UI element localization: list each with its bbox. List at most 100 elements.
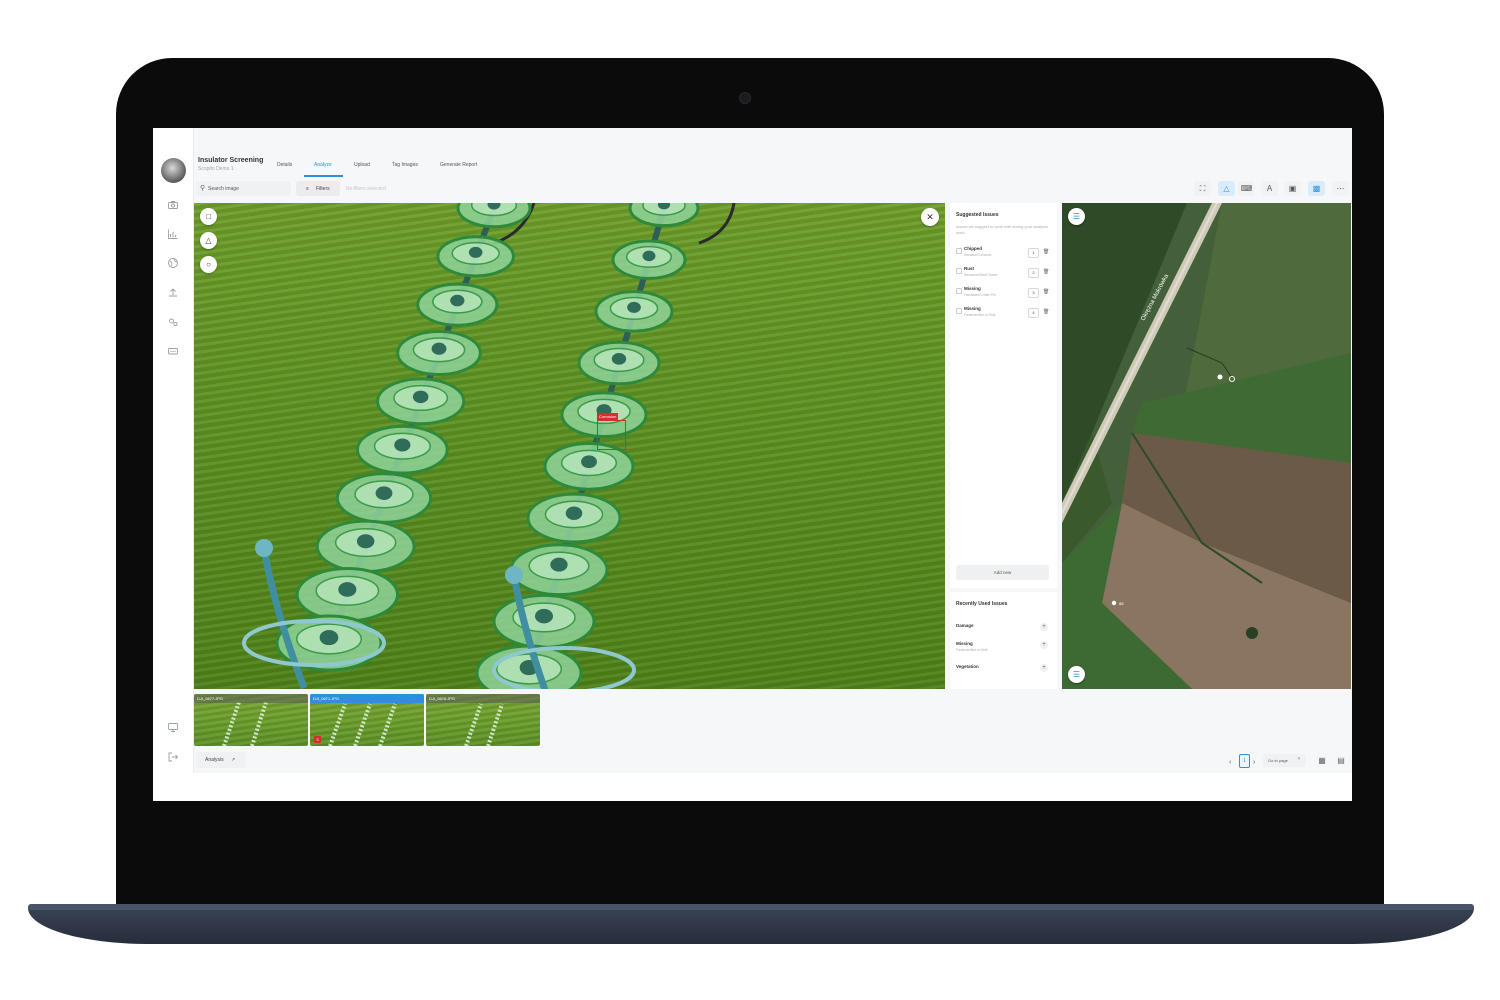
rectangle-tool-icon[interactable]: □ xyxy=(200,208,217,225)
insulator-disk xyxy=(396,330,482,376)
annotation-box[interactable] xyxy=(597,420,626,450)
globe-icon[interactable] xyxy=(167,257,179,269)
fullscreen-icon[interactable]: ⛶ xyxy=(1194,181,1211,196)
tab-generate-report[interactable]: Generate Report xyxy=(440,162,477,168)
analysis-label: Analysis xyxy=(205,757,224,763)
project-title: Insulator Screening xyxy=(198,157,264,164)
thumbnail-caption: DJI_0671.JPG xyxy=(310,694,424,703)
table-view-icon[interactable]: ▤ xyxy=(1334,754,1348,767)
issue-checkbox[interactable] xyxy=(956,248,962,254)
tab-tag-images[interactable]: Tag Images xyxy=(392,162,418,168)
recent-issues-heading: Recently Used Issues xyxy=(956,601,1008,607)
insulator-disk xyxy=(376,377,466,426)
current-page[interactable]: 1 xyxy=(1239,754,1250,768)
delete-icon[interactable]: 🗑 xyxy=(1043,289,1049,295)
issue-path: Fastener/Nut or Bolt xyxy=(964,313,996,317)
issue-item[interactable]: Rust Structure/Steel/Tower 2 🗑 xyxy=(956,266,1051,284)
add-icon[interactable]: + xyxy=(1040,623,1048,631)
chart-icon[interactable] xyxy=(167,228,179,240)
thumbnail[interactable]: DJI_0676.JPG xyxy=(426,694,540,746)
insulator-disk xyxy=(436,235,515,278)
text-icon[interactable]: A xyxy=(1261,181,1278,196)
issue-name: Damage xyxy=(956,623,974,628)
insulator-disk xyxy=(492,593,596,649)
issue-path: Hardware/Cotter Pin xyxy=(964,293,996,297)
map-settings-icon[interactable]: ☰ xyxy=(1068,208,1085,225)
delete-icon[interactable]: 🗑 xyxy=(1043,309,1049,315)
issue-name: Chipped xyxy=(964,246,982,251)
prev-page-icon[interactable]: ‹ xyxy=(1229,759,1231,766)
fitting-ball xyxy=(505,566,523,584)
issue-path: Structure/Steel/Tower xyxy=(964,273,998,277)
issue-item[interactable]: Chipped Insulator/Ceramic 1 🗑 xyxy=(956,246,1051,264)
logout-icon[interactable] xyxy=(167,751,179,763)
thumbnail-selected[interactable]: DJI_0671.JPG 3 xyxy=(310,694,424,746)
filter-icon: ≡ xyxy=(306,186,309,192)
more-icon[interactable]: ⋯ xyxy=(1332,181,1349,196)
delete-icon[interactable]: 🗑 xyxy=(1043,249,1049,255)
laptop-hinge xyxy=(28,904,1474,910)
insulator-disk xyxy=(526,492,622,544)
close-icon[interactable]: ✕ xyxy=(921,208,939,226)
tab-analyze[interactable]: Analyze xyxy=(314,162,332,168)
active-tab-indicator xyxy=(304,175,343,177)
go-to-page-label: Go to page xyxy=(1268,758,1288,763)
image-icon[interactable]: ▣ xyxy=(1284,181,1301,196)
map-marker[interactable] xyxy=(1111,600,1117,606)
camera-image-icon[interactable]: ▩ xyxy=(1308,181,1325,196)
filters-button[interactable]: ≡ Filters xyxy=(296,181,340,196)
add-icon[interactable]: + xyxy=(1040,641,1048,649)
add-new-issue-button[interactable]: Add new xyxy=(956,565,1049,580)
insulator-disk xyxy=(355,424,449,475)
polygon-tool-icon[interactable]: △ xyxy=(200,232,217,249)
inspection-photo[interactable]: □ △ ○ ✕ Corrosion xyxy=(194,203,945,689)
camera-icon[interactable] xyxy=(167,199,179,211)
map-marker[interactable] xyxy=(1217,374,1223,380)
search-input[interactable] xyxy=(208,181,288,196)
insulator-disk xyxy=(509,543,609,597)
satellite-map[interactable]: Okrężna Mokrówka 88 ☰ ☰ xyxy=(1062,203,1351,689)
issue-name: Vegetation xyxy=(956,664,979,669)
recent-issue-item[interactable]: Vegetation + xyxy=(956,664,1051,678)
layers-icon[interactable]: ☰ xyxy=(1068,666,1085,683)
webcam xyxy=(739,92,751,104)
filters-label: Filters xyxy=(316,186,330,192)
insulator-disk xyxy=(315,519,416,574)
go-to-page-button[interactable]: Go to page › xyxy=(1263,754,1306,767)
screen-icon[interactable] xyxy=(167,721,179,733)
chevron-right-icon: › xyxy=(1298,756,1300,762)
issue-checkbox[interactable] xyxy=(956,308,962,314)
analysis-button[interactable]: Analysis ↗ xyxy=(196,752,246,768)
tab-details[interactable]: Details xyxy=(277,162,292,168)
map-imagery: Okrężna Mokrówka 88 xyxy=(1062,203,1351,689)
issue-checkbox[interactable] xyxy=(956,268,962,274)
issue-name: Missing xyxy=(964,286,981,291)
thumbnail[interactable]: DJI_0677.JPG xyxy=(194,694,308,746)
keyboard-toggle-icon[interactable]: ⌨ xyxy=(1238,181,1255,196)
insulator-disk xyxy=(628,203,700,228)
settings-icon[interactable] xyxy=(167,316,179,328)
thumbnail-caption: DJI_0676.JPG xyxy=(426,694,540,703)
delete-icon[interactable]: 🗑 xyxy=(1043,269,1049,275)
upload-icon[interactable] xyxy=(167,287,179,299)
tab-upload[interactable]: Upload xyxy=(354,162,370,168)
recent-issue-item[interactable]: Damage + xyxy=(956,623,1051,637)
keyboard-icon[interactable] xyxy=(167,345,179,357)
issue-name: Missing xyxy=(956,641,973,646)
issue-shortcut: 3 xyxy=(1028,288,1039,298)
warning-triangle-icon[interactable]: △ xyxy=(1218,181,1235,196)
avatar[interactable] xyxy=(161,158,186,183)
app-window: Insulator Screening Scopito Demo 1 Detai… xyxy=(153,128,1352,773)
issue-checkbox[interactable] xyxy=(956,288,962,294)
issue-item[interactable]: Missing Hardware/Cotter Pin 3 🗑 xyxy=(956,286,1051,304)
recent-issue-item[interactable]: Missing Fastener/Nut or Bolt + xyxy=(956,641,1051,655)
circle-tool-icon[interactable]: ○ xyxy=(200,256,217,273)
issue-shortcut: 2 xyxy=(1028,268,1039,278)
next-page-icon[interactable]: › xyxy=(1253,759,1255,766)
conductor-wire xyxy=(698,203,736,245)
issue-item[interactable]: Missing Fastener/Nut or Bolt 4 🗑 xyxy=(956,306,1051,324)
grid-view-icon[interactable]: ▦ xyxy=(1315,754,1329,767)
screen-bottom-strip xyxy=(153,773,1352,801)
issue-name: Rust xyxy=(964,266,974,271)
add-icon[interactable]: + xyxy=(1040,664,1048,672)
